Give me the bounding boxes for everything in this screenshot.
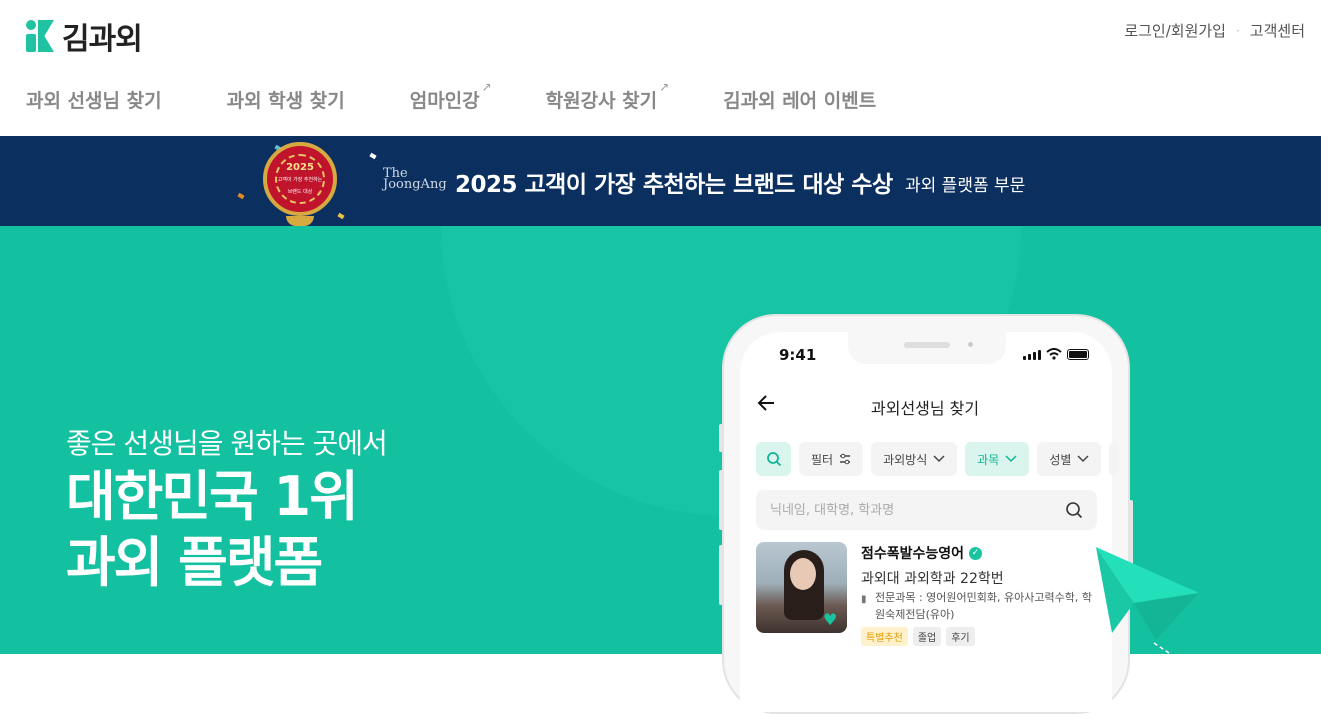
logo-mark-icon	[26, 20, 56, 52]
status-icons	[1023, 348, 1089, 360]
chevron-down-icon	[1005, 455, 1017, 463]
nav-rare-event[interactable]: 김과외 레어 이벤트	[723, 86, 876, 113]
chevron-down-icon	[1077, 455, 1089, 463]
tag-review: 후기	[946, 627, 975, 646]
banner-title: 2025 고객이 가장 추천하는 브랜드 대상 수상	[455, 172, 893, 198]
nav-find-teacher[interactable]: 과외 선생님 찾기	[26, 86, 162, 113]
main-nav: 과외 선생님 찾기 과외 학생 찾기 엄마인강 ↗ 학원강사 찾기 ↗ 김과외 …	[26, 80, 876, 113]
login-signup-link[interactable]: 로그인/회원가입	[1124, 20, 1226, 41]
status-time: 9:41	[779, 346, 817, 364]
medal-ribbon	[286, 216, 314, 226]
chevron-down-icon	[933, 455, 945, 463]
subject-chip[interactable]: 과목	[965, 442, 1030, 476]
tag-special: 특별추천	[861, 627, 908, 646]
hero-title: 대한민국 1위 과외 플랫폼	[66, 465, 359, 594]
teacher-name: 점수폭발수능영어 ✓	[861, 543, 983, 563]
external-link-icon: ↗	[481, 80, 492, 94]
external-link-icon: ↗	[659, 80, 670, 94]
teacher-photo: ♥	[756, 542, 847, 633]
teacher-card[interactable]: ♥ 점수폭발수능영어 ✓ 과외대 과외학과 22학번 ▮ 전문과목 : 영어원어…	[756, 542, 1101, 652]
customer-center-link[interactable]: 고객센터	[1250, 20, 1305, 41]
heart-icon[interactable]: ♥	[823, 610, 837, 629]
tag-graduate: 졸업	[912, 627, 942, 646]
nav-find-student[interactable]: 과외 학생 찾기	[227, 86, 345, 113]
search-icon[interactable]	[1065, 501, 1083, 519]
teacher-tags: 특별추천 졸업 후기	[861, 627, 975, 646]
logo-text: 김과외	[62, 22, 143, 57]
tutoring-method-chip[interactable]: 과외방식	[871, 442, 958, 476]
screen-title: 과외선생님 찾기	[871, 399, 980, 418]
paper-plane-icon	[1096, 547, 1199, 654]
logo[interactable]: 김과외	[26, 14, 143, 58]
filter-chip[interactable]: 필터	[799, 442, 864, 476]
search-input[interactable]	[770, 490, 1050, 530]
wifi-icon	[1046, 348, 1062, 360]
signal-icon	[1023, 350, 1041, 360]
gender-chip[interactable]: 성별	[1037, 442, 1102, 476]
search-bar	[756, 490, 1097, 530]
nav-find-academy-teacher[interactable]: 학원강사 찾기 ↗	[546, 80, 670, 113]
battery-icon	[1067, 349, 1089, 360]
util-separator: ·	[1235, 23, 1240, 38]
award-medal-icon: 2025 고객이 가장 추천하는 브랜드 대상	[263, 142, 337, 216]
phone-notch	[848, 332, 1006, 364]
search-chip[interactable]	[756, 442, 791, 476]
newspaper-logo: The JoongAng	[383, 166, 447, 192]
verified-icon: ✓	[969, 546, 983, 560]
util-links: 로그인/회원가입 · 고객센터	[1124, 20, 1305, 41]
document-icon: ▮	[861, 594, 867, 605]
search-icon	[766, 452, 781, 467]
arrow-left-icon[interactable]	[756, 392, 778, 420]
banner-subtitle: 과외 플랫폼 부문	[905, 176, 1026, 196]
teacher-university: 과외대 과외학과 22학번	[861, 571, 1004, 587]
hero-subtitle: 좋은 선생님을 원하는 곳에서	[66, 427, 388, 460]
sliders-icon	[840, 453, 851, 465]
teacher-subjects: ▮ 전문과목 : 영어원어민회화, 유아사고력수학, 학원숙제전담(유아)	[861, 591, 1092, 621]
filter-chips: 필터 과외방식 과목 성별	[756, 442, 1120, 476]
nav-mom-lecture[interactable]: 엄마인강 ↗	[410, 80, 492, 113]
site-header: 김과외 로그인/회원가입 · 고객센터 과외 선생님 찾기 과외 학생 찾기 엄…	[0, 0, 1321, 136]
more-chip[interactable]	[1109, 442, 1120, 476]
